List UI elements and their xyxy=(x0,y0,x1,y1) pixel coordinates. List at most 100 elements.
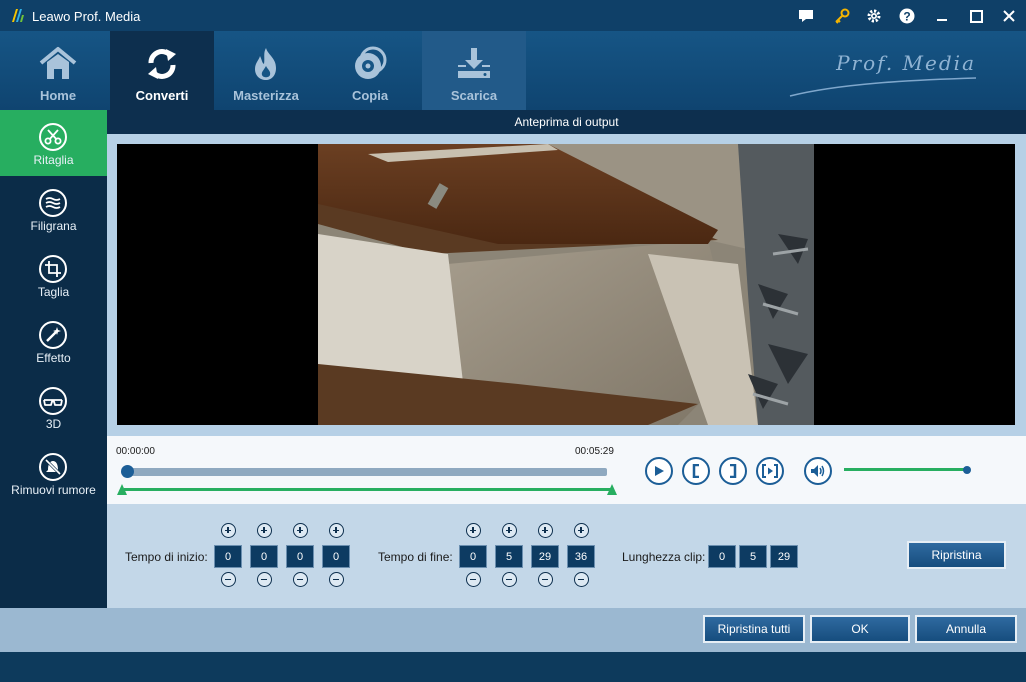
start-minute-increase-button[interactable] xyxy=(257,523,272,538)
tab-scarica-label: Scarica xyxy=(450,88,498,103)
sidebar-item-3d[interactable]: 3D xyxy=(0,374,107,440)
sidebar-item-effetto[interactable]: Effetto xyxy=(0,308,107,374)
player-controls: 00:00:00 00:05:29 xyxy=(107,436,1026,504)
clip-length-hour: 0 xyxy=(708,545,736,568)
sidebar-item-label: Ritaglia xyxy=(33,153,74,167)
end-ms-field[interactable]: 36 xyxy=(567,545,595,568)
start-ms-field[interactable]: 0 xyxy=(322,545,350,568)
tab-home-label: Home xyxy=(39,88,77,103)
brand-swoosh xyxy=(789,77,977,97)
sidebar-item-ritaglia[interactable]: Ritaglia xyxy=(0,110,107,176)
preview-frame xyxy=(107,134,1026,436)
end-minute-decrease-button[interactable] xyxy=(502,572,517,587)
volume-button[interactable] xyxy=(804,457,832,485)
sidebar-item-taglia[interactable]: Taglia xyxy=(0,242,107,308)
trim-panel: Tempo di inizio: Tempo di fine: Lunghezz… xyxy=(107,504,1026,608)
end-second-increase-button[interactable] xyxy=(538,523,553,538)
sidebar-item-label: Rimuovi rumore xyxy=(11,483,96,497)
sidebar-item-label: Filigrana xyxy=(30,219,77,233)
end-second-field[interactable]: 29 xyxy=(531,545,559,568)
key-icon[interactable] xyxy=(829,4,855,28)
minimize-icon[interactable] xyxy=(929,4,955,28)
end-minute-field[interactable]: 5 xyxy=(495,545,523,568)
video-preview xyxy=(117,144,1015,425)
tab-home[interactable]: Home xyxy=(6,31,110,110)
start-hour-decrease-button[interactable] xyxy=(221,572,236,587)
tab-masterizza-label: Masterizza xyxy=(233,88,299,103)
svg-text:?: ? xyxy=(903,10,910,24)
tab-converti[interactable]: Converti xyxy=(110,31,214,110)
app-title: Leawo Prof. Media xyxy=(32,9,141,24)
ok-button[interactable]: OK xyxy=(810,615,910,643)
trim-start-handle[interactable] xyxy=(117,484,127,495)
start-second-field[interactable]: 0 xyxy=(286,545,314,568)
flame-icon xyxy=(255,48,276,80)
noise-removal-icon xyxy=(39,453,67,481)
set-end-button[interactable] xyxy=(719,457,747,485)
tab-converti-label: Converti xyxy=(135,88,189,103)
start-hour-increase-button[interactable] xyxy=(221,523,236,538)
end-second-decrease-button[interactable] xyxy=(538,572,553,587)
app-logo-icon xyxy=(12,9,24,22)
maximize-icon[interactable] xyxy=(963,4,989,28)
start-ms-decrease-button[interactable] xyxy=(329,572,344,587)
cancel-button[interactable]: Annulla xyxy=(915,615,1017,643)
start-minute-decrease-button[interactable] xyxy=(257,572,272,587)
start-minute-field[interactable]: 0 xyxy=(250,545,278,568)
trim-end-handle[interactable] xyxy=(607,484,617,495)
title-bar: Leawo Prof. Media ? xyxy=(0,0,1026,31)
gear-icon[interactable] xyxy=(861,4,887,28)
seek-thumb[interactable] xyxy=(121,465,134,478)
video-frame-image xyxy=(318,144,814,425)
tab-copia-label: Copia xyxy=(351,88,389,103)
tab-masterizza[interactable]: Masterizza xyxy=(214,31,318,110)
sidebar-item-rimuovi-rumore[interactable]: Rimuovi rumore xyxy=(0,440,107,506)
disc-copy-icon xyxy=(355,46,387,79)
trim-range-line xyxy=(124,488,611,491)
tab-copia[interactable]: Copia xyxy=(318,31,422,110)
current-time: 00:00:00 xyxy=(116,446,155,457)
start-ms-increase-button[interactable] xyxy=(329,523,344,538)
sidebar-item-filigrana[interactable]: Filigrana xyxy=(0,176,107,242)
set-start-button[interactable] xyxy=(682,457,710,485)
close-icon[interactable] xyxy=(996,4,1022,28)
bracket-play-icon xyxy=(762,464,778,478)
help-icon[interactable]: ? xyxy=(894,4,920,28)
tab-scarica[interactable]: Scarica xyxy=(422,31,526,110)
reset-button[interactable]: Ripristina xyxy=(907,541,1006,569)
end-ms-increase-button[interactable] xyxy=(574,523,589,538)
scissors-icon xyxy=(39,123,67,151)
volume-icon xyxy=(811,465,825,477)
start-second-increase-button[interactable] xyxy=(293,523,308,538)
end-ms-decrease-button[interactable] xyxy=(574,572,589,587)
sidebar-item-label: Effetto xyxy=(36,351,71,365)
seek-track[interactable] xyxy=(127,468,607,476)
edit-sidebar: Ritaglia Filigrana Taglia Effetto 3D Rim… xyxy=(0,110,107,608)
clip-length-second: 29 xyxy=(770,545,798,568)
reset-all-button[interactable]: Ripristina tutti xyxy=(703,615,805,643)
magic-wand-icon xyxy=(39,321,67,349)
feedback-icon[interactable] xyxy=(793,4,819,28)
volume-thumb[interactable] xyxy=(963,466,971,474)
play-button[interactable] xyxy=(645,457,673,485)
download-icon xyxy=(458,48,490,78)
start-second-decrease-button[interactable] xyxy=(293,572,308,587)
end-hour-field[interactable]: 0 xyxy=(459,545,487,568)
end-hour-increase-button[interactable] xyxy=(466,523,481,538)
preview-header: Anteprima di output xyxy=(107,110,1026,134)
start-time-label: Tempo di inizio: xyxy=(125,550,208,564)
volume-track[interactable] xyxy=(844,468,966,471)
end-minute-increase-button[interactable] xyxy=(502,523,517,538)
sidebar-item-label: 3D xyxy=(45,417,62,431)
play-icon xyxy=(655,466,664,476)
preview-clip-button[interactable] xyxy=(756,457,784,485)
end-hour-decrease-button[interactable] xyxy=(466,572,481,587)
footer-bar: Ripristina tutti OK Annulla xyxy=(0,608,1026,682)
crop-icon xyxy=(39,255,67,283)
bracket-right-icon xyxy=(730,464,737,478)
convert-icon xyxy=(148,49,176,79)
total-time: 00:05:29 xyxy=(575,446,614,457)
start-hour-field[interactable]: 0 xyxy=(214,545,242,568)
watermark-icon xyxy=(39,189,67,217)
3d-glasses-icon xyxy=(39,387,67,415)
